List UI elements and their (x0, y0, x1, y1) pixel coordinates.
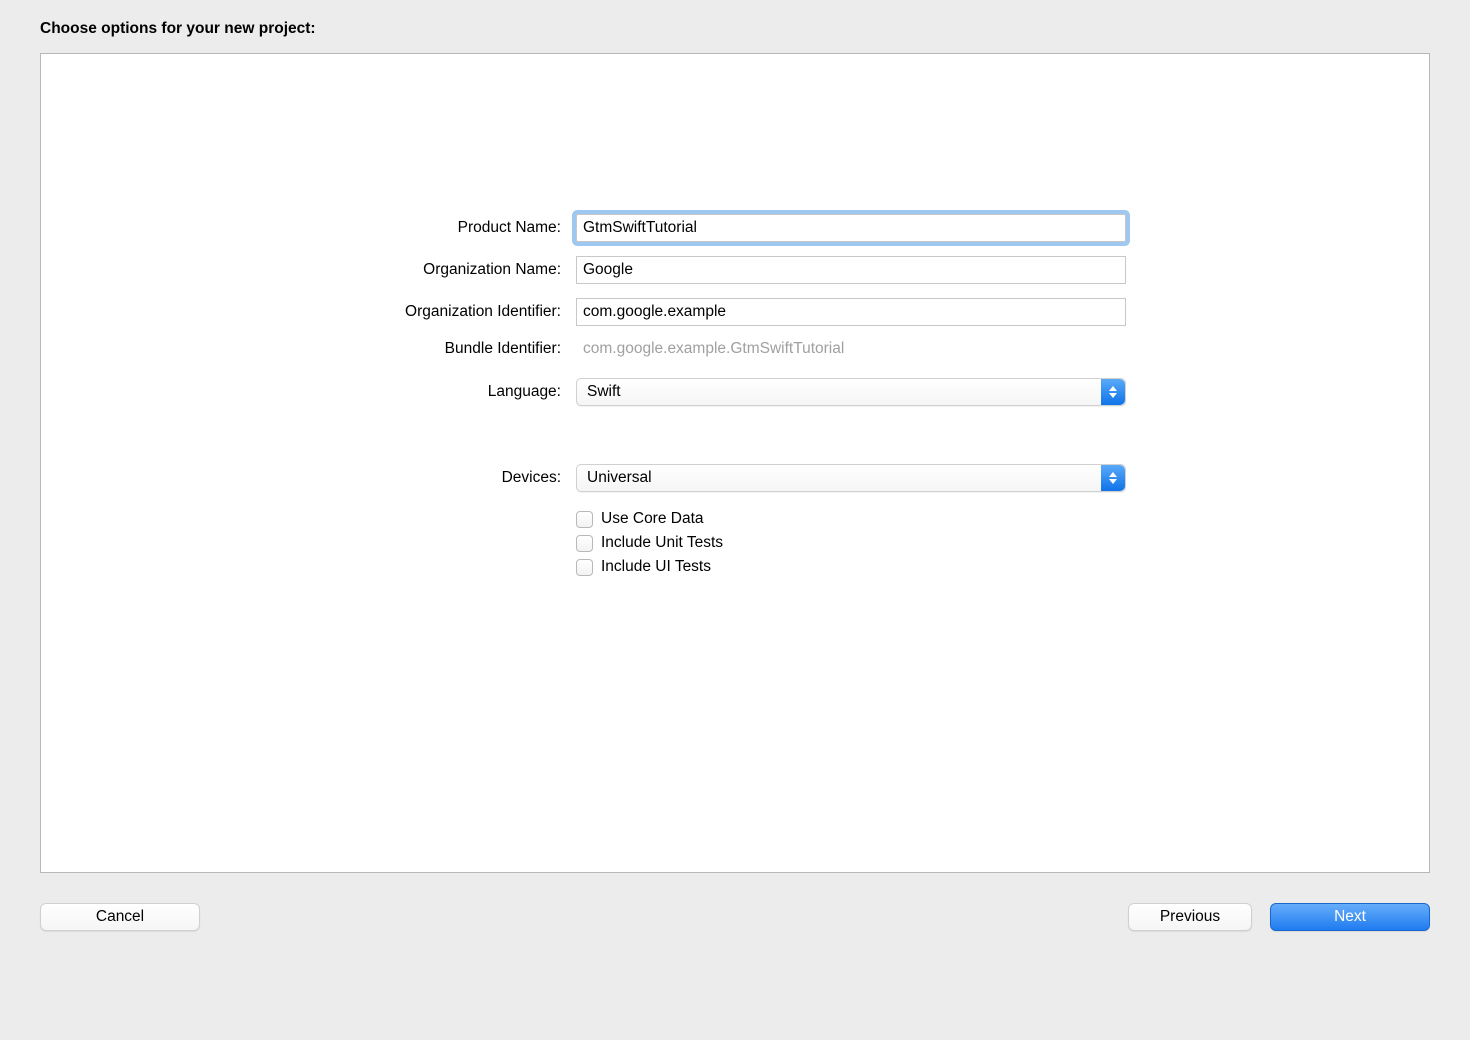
include-unit-tests-checkbox[interactable] (576, 535, 593, 552)
language-select[interactable]: Swift (576, 378, 1126, 406)
bundle-identifier-value: com.google.example.GtmSwiftTutorial (576, 340, 1126, 358)
bundle-identifier-label: Bundle Identifier: (41, 340, 561, 358)
chevron-down-icon (1109, 479, 1117, 484)
organization-identifier-label: Organization Identifier: (41, 303, 561, 321)
include-unit-tests-label: Include Unit Tests (601, 534, 723, 552)
include-ui-tests-label: Include UI Tests (601, 558, 711, 576)
organization-name-label: Organization Name: (41, 261, 561, 279)
chevron-down-icon (1109, 393, 1117, 398)
devices-label: Devices: (41, 469, 561, 487)
options-panel: Product Name: Organization Name: Organiz… (40, 53, 1430, 873)
product-name-input[interactable] (576, 214, 1126, 242)
organization-name-input[interactable] (576, 256, 1126, 284)
use-core-data-checkbox[interactable] (576, 511, 593, 528)
project-options-form: Product Name: Organization Name: Organiz… (41, 214, 1429, 576)
use-core-data-label: Use Core Data (601, 510, 704, 528)
chevron-up-icon (1109, 386, 1117, 391)
updown-icon (1101, 465, 1125, 491)
previous-button[interactable]: Previous (1128, 903, 1252, 931)
updown-icon (1101, 379, 1125, 405)
include-ui-tests-checkbox[interactable] (576, 559, 593, 576)
devices-select-value: Universal (587, 469, 652, 487)
organization-identifier-input[interactable] (576, 298, 1126, 326)
devices-select[interactable]: Universal (576, 464, 1126, 492)
cancel-button[interactable]: Cancel (40, 903, 200, 931)
next-button[interactable]: Next (1270, 903, 1430, 931)
language-select-value: Swift (587, 383, 621, 401)
product-name-label: Product Name: (41, 219, 561, 237)
page-title: Choose options for your new project: (40, 20, 1430, 38)
options-checkbox-group: Use Core Data Include Unit Tests Include… (576, 506, 1126, 576)
chevron-up-icon (1109, 472, 1117, 477)
language-label: Language: (41, 377, 561, 401)
button-bar: Cancel Previous Next (40, 873, 1430, 931)
